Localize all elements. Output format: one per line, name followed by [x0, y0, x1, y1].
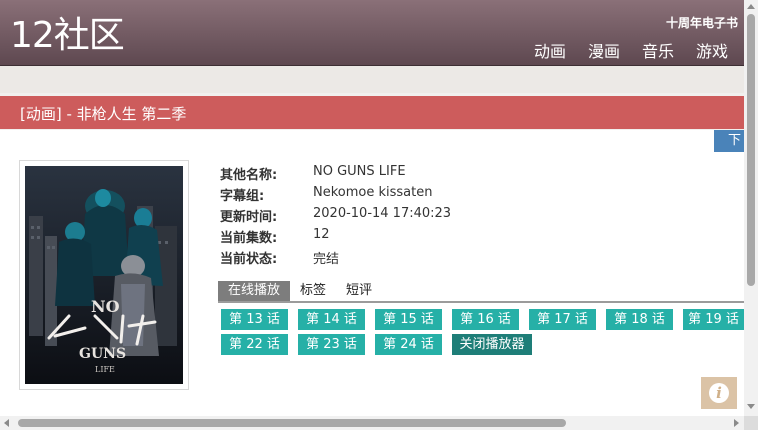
main-nav: 动画 漫画 音乐 游戏 [534, 38, 728, 62]
info-key: 当前集数: [220, 231, 278, 246]
episode-button[interactable]: 第 14 话 [298, 309, 365, 330]
content-panel: 下 NO GUNS LIFE 其他名称: NO GUNS LIFE 字幕组: N… [0, 130, 744, 416]
nav-item-games[interactable]: 游戏 [696, 38, 728, 62]
svg-text:LIFE: LIFE [95, 365, 115, 374]
info-value: 完结 [313, 252, 340, 267]
vertical-scroll-thumb[interactable] [747, 14, 755, 286]
poster-image: NO GUNS LIFE [25, 166, 183, 384]
tab-bar: 在线播放 标签 短评 [218, 281, 744, 303]
info-key: 字幕组: [220, 189, 265, 204]
info-key: 其他名称: [220, 168, 278, 183]
info-row-alt-name: 其他名称: NO GUNS LIFE [220, 164, 451, 185]
info-value: Nekomoe kissaten [313, 185, 433, 200]
site-logo[interactable]: 12社区 [10, 12, 125, 60]
page-title: [动画] - 非枪人生 第二季 [20, 105, 187, 123]
info-icon: i [709, 383, 729, 403]
site-header: 12社区 十周年电子书 动画 漫画 音乐 游戏 [0, 0, 744, 66]
nav-item-manga[interactable]: 漫画 [588, 38, 620, 62]
info-key: 当前状态: [220, 252, 278, 267]
svg-text:GUNS: GUNS [79, 346, 126, 362]
close-player-button[interactable]: 关闭播放器 [452, 334, 532, 355]
episode-button[interactable]: 第 13 话 [221, 309, 288, 330]
tab-online-play[interactable]: 在线播放 [218, 281, 291, 301]
info-row-status: 当前状态: 完结 [220, 248, 451, 269]
episode-button[interactable]: 第 16 话 [452, 309, 519, 330]
scroll-down-arrow-icon[interactable] [747, 404, 755, 409]
ebook-link[interactable]: 十周年电子书 [666, 14, 738, 31]
scroll-up-arrow-icon[interactable] [747, 4, 755, 9]
vertical-scrollbar[interactable] [744, 0, 758, 416]
horizontal-scroll-thumb[interactable] [18, 419, 566, 427]
svg-text:NO: NO [91, 297, 120, 316]
nav-item-music[interactable]: 音乐 [642, 38, 674, 62]
poster-frame: NO GUNS LIFE [19, 160, 189, 390]
episode-button[interactable]: 第 15 话 [375, 309, 442, 330]
download-button[interactable]: 下 [714, 130, 744, 152]
tab-reviews[interactable]: 短评 [336, 281, 382, 301]
tab-tags[interactable]: 标签 [290, 281, 336, 301]
episode-button[interactable]: 第 17 话 [529, 309, 596, 330]
info-row-episodes: 当前集数: 12 [220, 227, 451, 248]
info-value: 12 [313, 227, 330, 242]
page-title-bar: [动画] - 非枪人生 第二季 [0, 96, 744, 129]
episode-button[interactable]: 第 22 话 [221, 334, 288, 355]
info-row-updated: 更新时间: 2020-10-14 17:40:23 [220, 206, 451, 227]
scroll-left-arrow-icon[interactable] [4, 419, 9, 427]
episode-button[interactable]: 第 19 话 [683, 309, 744, 330]
horizontal-scrollbar[interactable] [0, 416, 744, 430]
info-row-subgroup: 字幕组: Nekomoe kissaten [220, 185, 451, 206]
info-value: 2020-10-14 17:40:23 [313, 206, 452, 221]
info-badge[interactable]: i [701, 377, 737, 409]
scroll-right-arrow-icon[interactable] [734, 419, 739, 427]
poster-artwork: NO GUNS LIFE [25, 166, 183, 384]
info-value: NO GUNS LIFE [313, 164, 406, 179]
episode-button[interactable]: 第 18 话 [606, 309, 673, 330]
episode-button[interactable]: 第 23 话 [298, 334, 365, 355]
header-band [0, 66, 744, 93]
scrollbar-corner [744, 416, 758, 430]
episode-button[interactable]: 第 24 话 [375, 334, 442, 355]
anime-info: 其他名称: NO GUNS LIFE 字幕组: Nekomoe kissaten… [220, 164, 451, 269]
nav-item-anime[interactable]: 动画 [534, 38, 566, 62]
info-key: 更新时间: [220, 210, 278, 225]
